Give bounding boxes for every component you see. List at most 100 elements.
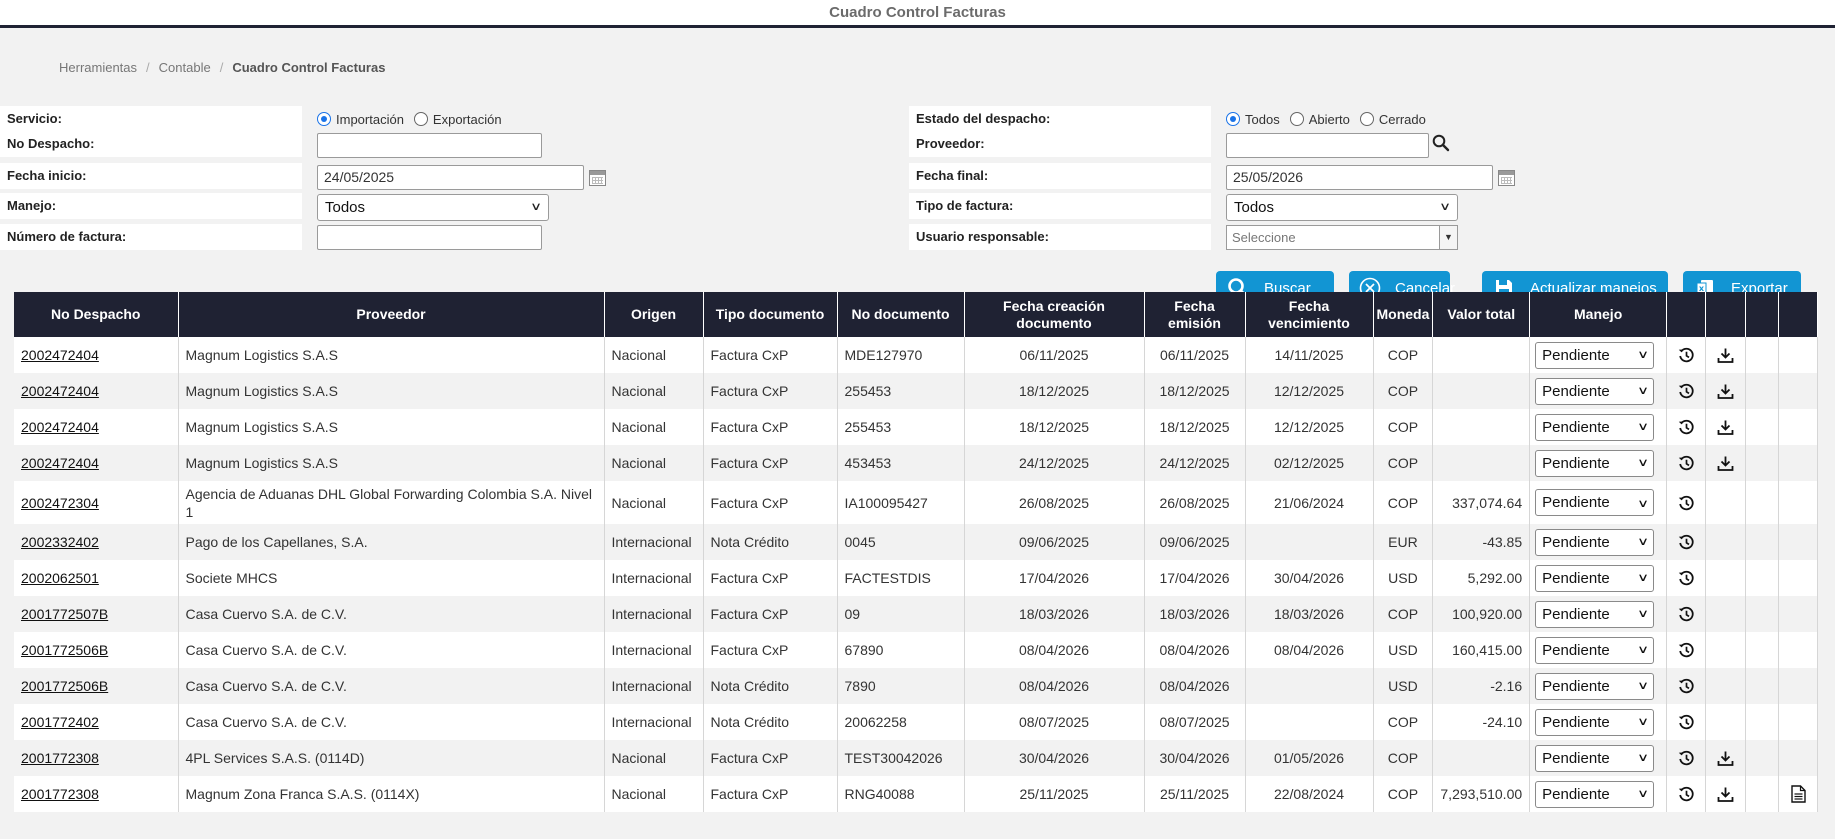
col-header[interactable]: Valor total — [1432, 292, 1531, 337]
manejo-row-select[interactable]: Pendiente ∨ — [1535, 600, 1655, 628]
manejo-row-select[interactable]: Pendiente ∨ — [1535, 780, 1655, 808]
cell-proveedor: Magnum Logistics S.A.S — [178, 373, 605, 409]
history-icon[interactable] — [1678, 494, 1695, 511]
manejo-row-select[interactable]: Pendiente ∨ — [1535, 672, 1655, 700]
cell-history — [1666, 596, 1707, 632]
search-icon[interactable] — [1432, 134, 1450, 152]
history-icon[interactable] — [1678, 569, 1695, 586]
cell-despacho[interactable]: 2001772506B — [14, 632, 179, 668]
numero-factura-input[interactable] — [317, 225, 542, 250]
cell-despacho[interactable]: 2002062501 — [14, 560, 179, 596]
cell-despacho[interactable]: 2002472404 — [14, 337, 179, 373]
col-header[interactable]: No documento — [837, 292, 965, 337]
col-header[interactable]: Moneda — [1373, 292, 1434, 337]
cell-despacho[interactable]: 2001772402 — [14, 704, 179, 740]
cell-proveedor: Casa Cuervo S.A. de C.V. — [178, 596, 605, 632]
manejo-row-select[interactable]: Pendiente ∨ — [1535, 341, 1655, 369]
despacho-link[interactable]: 2001772506B — [21, 642, 108, 658]
calendar-icon[interactable] — [589, 170, 606, 186]
cell-despacho[interactable]: 2002472304 — [14, 481, 179, 524]
col-header[interactable]: Origen — [604, 292, 704, 337]
download-icon[interactable] — [1717, 418, 1734, 435]
radio-exportacion[interactable]: Exportación — [413, 112, 502, 127]
manejo-row-select[interactable]: Pendiente ∨ — [1535, 564, 1655, 592]
cell-despacho[interactable]: 2001772308 — [14, 776, 179, 812]
breadcrumb-contable[interactable]: Contable — [159, 60, 211, 75]
cell-despacho[interactable]: 2002332402 — [14, 524, 179, 560]
despacho-link[interactable]: 2001772507B — [21, 606, 108, 622]
col-header[interactable]: Fecha vencimiento — [1245, 292, 1374, 337]
despacho-link[interactable]: 2002062501 — [21, 570, 99, 586]
radio-todos[interactable]: Todos — [1226, 112, 1280, 127]
radio-cerrado[interactable]: Cerrado — [1359, 112, 1426, 127]
despacho-link[interactable]: 2001772506B — [21, 678, 108, 694]
cell-origen: Nacional — [604, 740, 704, 776]
cell-despacho[interactable]: 2001772308 — [14, 740, 179, 776]
manejo-row-select[interactable]: Pendiente ∨ — [1535, 636, 1655, 664]
manejo-row-select[interactable]: Pendiente ∨ — [1535, 744, 1655, 772]
calendar-icon[interactable] — [1498, 170, 1515, 186]
history-icon[interactable] — [1678, 749, 1695, 766]
history-icon[interactable] — [1678, 785, 1695, 802]
download-icon[interactable] — [1717, 749, 1734, 766]
manejo-row-select[interactable]: Pendiente ∨ — [1535, 528, 1655, 556]
despacho-link[interactable]: 2001772402 — [21, 714, 99, 730]
cell-despacho[interactable]: 2002472404 — [14, 373, 179, 409]
manejo-select[interactable]: Todos ∨ — [317, 194, 549, 221]
col-header[interactable]: Proveedor — [178, 292, 605, 337]
tipo-factura-select[interactable]: Todos ∨ — [1226, 194, 1458, 221]
despacho-link[interactable]: 2002472404 — [21, 455, 99, 471]
col-header[interactable]: Tipo documento — [703, 292, 838, 337]
radio-importacion[interactable]: Importación — [317, 112, 404, 127]
cell-despacho[interactable]: 2001772506B — [14, 668, 179, 704]
despacho-link[interactable]: 2002472404 — [21, 347, 99, 363]
radio-abierto[interactable]: Abierto — [1289, 112, 1350, 127]
cell-despacho[interactable]: 2002472404 — [14, 409, 179, 445]
history-icon[interactable] — [1678, 677, 1695, 694]
no-despacho-input[interactable] — [317, 133, 542, 158]
col-header[interactable]: Fecha creación documento — [964, 292, 1145, 337]
download-icon[interactable] — [1717, 346, 1734, 363]
cell-download — [1705, 524, 1747, 560]
chevron-down-icon: ∨ — [529, 201, 543, 213]
document-icon[interactable] — [1790, 785, 1806, 803]
download-icon[interactable] — [1717, 454, 1734, 471]
manejo-row-select[interactable]: Pendiente ∨ — [1535, 377, 1655, 405]
despacho-link[interactable]: 2001772308 — [21, 750, 99, 766]
col-header — [1745, 292, 1780, 337]
history-icon[interactable] — [1678, 382, 1695, 399]
manejo-row-select[interactable]: Pendiente ∨ — [1535, 708, 1655, 736]
manejo-row-select[interactable]: Pendiente ∨ — [1535, 489, 1655, 516]
despacho-link[interactable]: 2002472404 — [21, 383, 99, 399]
col-header — [1778, 292, 1819, 337]
history-icon[interactable] — [1678, 418, 1695, 435]
usuario-responsable-combo[interactable]: Seleccione ▼ — [1226, 225, 1458, 250]
manejo-row-value: Pendiente — [1542, 641, 1610, 659]
dropdown-arrow-icon[interactable]: ▼ — [1439, 226, 1457, 249]
fecha-final-input[interactable]: 25/05/2026 — [1226, 165, 1493, 190]
download-icon[interactable] — [1717, 785, 1734, 802]
cell-extra — [1745, 409, 1780, 445]
col-header[interactable]: Fecha emisión — [1144, 292, 1246, 337]
despacho-link[interactable]: 2002332402 — [21, 534, 99, 550]
history-icon[interactable] — [1678, 641, 1695, 658]
history-icon[interactable] — [1678, 533, 1695, 550]
despacho-link[interactable]: 2001772308 — [21, 786, 99, 802]
manejo-row-select[interactable]: Pendiente ∨ — [1535, 413, 1655, 441]
breadcrumb-herramientas[interactable]: Herramientas — [59, 60, 137, 75]
history-icon[interactable] — [1678, 605, 1695, 622]
cell-extra — [1745, 445, 1780, 481]
history-icon[interactable] — [1678, 454, 1695, 471]
col-header[interactable]: Manejo — [1529, 292, 1668, 337]
fecha-inicio-input[interactable]: 24/05/2025 — [317, 165, 584, 190]
despacho-link[interactable]: 2002472304 — [21, 495, 99, 511]
proveedor-input[interactable] — [1226, 133, 1429, 158]
col-header[interactable]: No Despacho — [14, 292, 179, 337]
history-icon[interactable] — [1678, 713, 1695, 730]
cell-despacho[interactable]: 2001772507B — [14, 596, 179, 632]
despacho-link[interactable]: 2002472404 — [21, 419, 99, 435]
download-icon[interactable] — [1717, 382, 1734, 399]
history-icon[interactable] — [1678, 346, 1695, 363]
manejo-row-select[interactable]: Pendiente ∨ — [1535, 449, 1655, 477]
cell-despacho[interactable]: 2002472404 — [14, 445, 179, 481]
